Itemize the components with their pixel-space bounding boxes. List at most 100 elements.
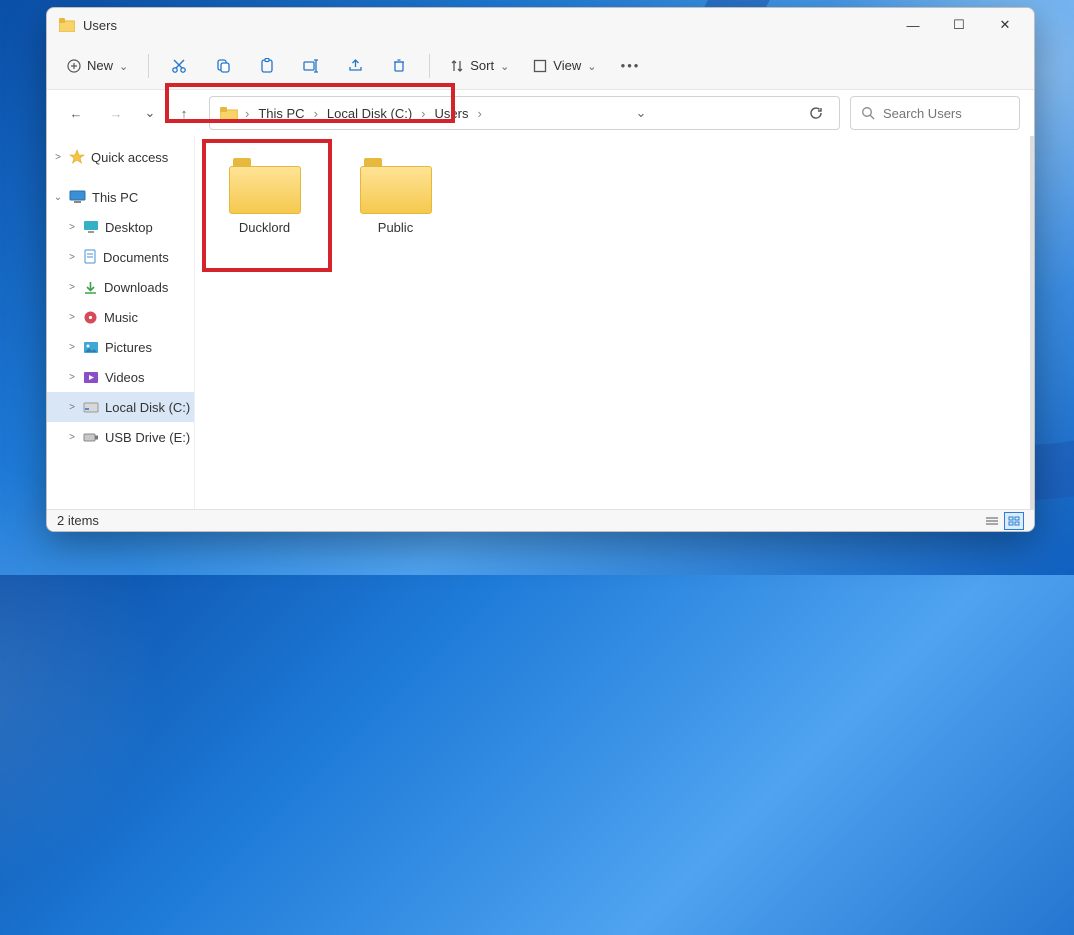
- view-button[interactable]: View: [523, 49, 606, 83]
- sort-label: Sort: [470, 58, 494, 73]
- address-bar[interactable]: › This PC › Local Disk (C:) › Users › ⌄: [209, 96, 840, 130]
- sidebar-label: Music: [104, 310, 138, 325]
- expand-icon[interactable]: >: [67, 252, 77, 263]
- rename-button[interactable]: [291, 49, 331, 83]
- sidebar-item-desktop[interactable]: > Desktop: [47, 212, 194, 242]
- window-title: Users: [83, 18, 117, 33]
- vid-icon: [83, 371, 99, 384]
- chevron-right-icon[interactable]: ›: [313, 106, 319, 121]
- sidebar-item-documents[interactable]: >Documents: [47, 242, 194, 272]
- breadcrumb-label: Users: [435, 106, 469, 121]
- sort-icon: [450, 59, 464, 73]
- forward-button[interactable]: →: [101, 98, 131, 128]
- sidebar-item-this-pc[interactable]: ⌄ This PC: [47, 182, 194, 212]
- search-icon: [861, 106, 875, 120]
- sort-button[interactable]: Sort: [440, 49, 519, 83]
- sidebar-item-pictures[interactable]: > Pictures: [47, 332, 194, 362]
- cut-button[interactable]: [159, 49, 199, 83]
- view-icon: [533, 59, 547, 73]
- plus-icon: [67, 59, 81, 73]
- folder-icon: [360, 158, 432, 214]
- breadcrumb-item[interactable]: This PC: [252, 102, 310, 125]
- address-dropdown-button[interactable]: ⌄: [629, 105, 652, 121]
- sidebar-label: USB Drive (E:): [105, 430, 190, 445]
- desktop-icon: [83, 220, 99, 234]
- minimize-button[interactable]: —: [890, 9, 936, 41]
- copy-button[interactable]: [203, 49, 243, 83]
- folder-label: Public: [378, 220, 413, 235]
- refresh-button[interactable]: [799, 98, 833, 128]
- folder-label: Ducklord: [239, 220, 290, 235]
- folder-public[interactable]: Public: [338, 152, 453, 241]
- back-button[interactable]: ←: [61, 98, 91, 128]
- star-icon: [69, 149, 85, 165]
- usb-icon: [83, 432, 99, 443]
- navigation-pane[interactable]: >Quick access⌄This PC>Desktop>Documents>…: [47, 136, 195, 509]
- chevron-down-icon: [119, 58, 128, 73]
- chevron-right-icon[interactable]: ›: [420, 106, 426, 121]
- new-button[interactable]: New: [57, 49, 138, 83]
- sidebar-item-local-disk-c-[interactable]: > Local Disk (C:): [47, 392, 194, 422]
- sidebar-label: Pictures: [105, 340, 152, 355]
- sidebar-label: This PC: [92, 190, 138, 205]
- up-button[interactable]: ↑: [169, 98, 199, 128]
- sidebar-label: Downloads: [104, 280, 168, 295]
- expand-icon[interactable]: >: [67, 342, 77, 353]
- view-label: View: [553, 58, 581, 73]
- sidebar-item-usb-drive-e-[interactable]: > USB Drive (E:): [47, 422, 194, 452]
- status-bar: 2 items: [47, 509, 1034, 531]
- body: >Quick access⌄This PC>Desktop>Documents>…: [47, 136, 1034, 509]
- folder-ducklord[interactable]: Ducklord: [207, 152, 322, 241]
- trash-icon: [392, 58, 406, 73]
- down-icon: [83, 280, 98, 295]
- recent-button[interactable]: ⌄: [141, 98, 159, 128]
- expand-icon[interactable]: ⌄: [53, 192, 63, 203]
- maximize-button[interactable]: ☐: [936, 9, 982, 41]
- chevron-right-icon[interactable]: ›: [476, 106, 482, 121]
- breadcrumb-item[interactable]: Users: [429, 102, 475, 125]
- sidebar-item-downloads[interactable]: > Downloads: [47, 272, 194, 302]
- scissors-icon: [171, 58, 187, 74]
- chevron-right-icon[interactable]: ›: [244, 106, 250, 121]
- rename-icon: [303, 59, 319, 73]
- search-box[interactable]: [850, 96, 1020, 130]
- clipboard-icon: [260, 58, 274, 74]
- address-row: ← → ⌄ ↑ › This PC › Local Disk (C:) › Us…: [47, 90, 1034, 136]
- close-button[interactable]: ✕: [982, 9, 1028, 41]
- explorer-window: Users — ☐ ✕ New Sort View ••: [46, 7, 1035, 532]
- sidebar-label: Quick access: [91, 150, 168, 165]
- icons-view-button[interactable]: [1004, 512, 1024, 530]
- more-button[interactable]: •••: [610, 49, 650, 83]
- delete-button[interactable]: [379, 49, 419, 83]
- search-input[interactable]: [883, 106, 1009, 121]
- expand-icon[interactable]: >: [67, 402, 77, 413]
- doc-icon: [83, 249, 97, 265]
- expand-icon[interactable]: >: [67, 222, 77, 233]
- folder-icon: [220, 106, 238, 121]
- expand-icon[interactable]: >: [67, 432, 77, 443]
- sidebar-item-videos[interactable]: >Videos: [47, 362, 194, 392]
- expand-icon[interactable]: >: [53, 152, 63, 163]
- sidebar-item-music[interactable]: > Music: [47, 302, 194, 332]
- disk-icon: [83, 401, 99, 414]
- separator: [429, 54, 430, 78]
- folder-icon: [229, 158, 301, 214]
- sidebar-item-quick-access[interactable]: > Quick access: [47, 142, 194, 172]
- breadcrumb-item[interactable]: Local Disk (C:): [321, 102, 418, 125]
- expand-icon[interactable]: >: [67, 372, 77, 383]
- share-button[interactable]: [335, 49, 375, 83]
- sidebar-label: Local Disk (C:): [105, 400, 190, 415]
- breadcrumb-label: This PC: [258, 106, 304, 121]
- expand-icon[interactable]: >: [67, 282, 77, 293]
- more-icon: •••: [621, 58, 641, 73]
- pic-icon: [83, 341, 99, 354]
- new-label: New: [87, 58, 113, 73]
- copy-icon: [216, 58, 231, 73]
- pc-icon: [69, 190, 86, 204]
- content-pane[interactable]: Ducklord Public: [195, 136, 1034, 509]
- breadcrumb-label: Local Disk (C:): [327, 106, 412, 121]
- sidebar-label: Desktop: [105, 220, 153, 235]
- expand-icon[interactable]: >: [67, 312, 77, 323]
- details-view-button[interactable]: [982, 512, 1002, 530]
- paste-button[interactable]: [247, 49, 287, 83]
